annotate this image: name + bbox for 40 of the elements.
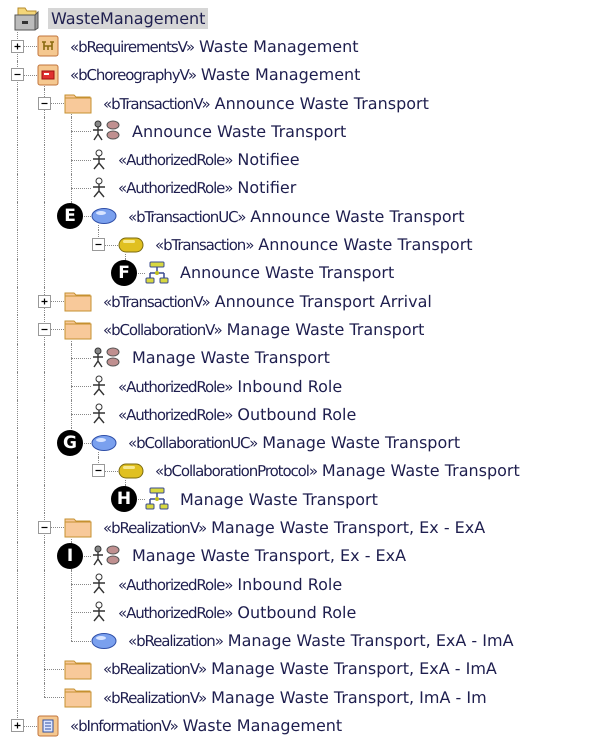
collapse-button[interactable]: [38, 96, 51, 110]
folder-icon: [64, 290, 92, 312]
collapse-button[interactable]: [38, 520, 51, 534]
expand-button[interactable]: [11, 719, 24, 732]
folder-icon: [64, 92, 92, 114]
actor-pair-icon: [91, 346, 121, 369]
folder-icon: [64, 658, 92, 680]
actor-icon: [91, 375, 107, 397]
callout-badge: G: [57, 430, 83, 456]
expand-button[interactable]: [11, 40, 24, 53]
callout-badge: H: [111, 486, 137, 512]
use-case-icon: [91, 434, 117, 452]
actor-icon: [91, 148, 107, 171]
actor-icon: [91, 176, 107, 199]
callout-badge: E: [57, 203, 83, 230]
use-case-icon: [91, 632, 117, 650]
collapse-button[interactable]: [92, 238, 105, 252]
choreography-package-icon: [37, 64, 59, 86]
transaction-icon: [118, 462, 144, 479]
callout-badge: I: [57, 542, 83, 569]
expand-button[interactable]: [38, 294, 51, 308]
collapse-button[interactable]: [11, 68, 24, 82]
folder-icon: [64, 686, 92, 708]
actor-icon: [91, 601, 107, 624]
actor-icon: [91, 573, 107, 596]
use-case-icon: [91, 207, 117, 226]
requirements-package-icon: [37, 35, 59, 58]
collapse-button[interactable]: [92, 464, 105, 478]
collapse-button[interactable]: [38, 322, 51, 336]
folder-icon: [64, 516, 92, 538]
transaction-icon: [118, 236, 144, 253]
tree-item[interactable]: WasteManagement: [48, 8, 208, 29]
activity-tree-icon: [145, 487, 169, 512]
callout-badge: F: [111, 260, 137, 286]
information-package-icon: [37, 714, 59, 737]
folder-icon: [64, 318, 92, 340]
actor-pair-icon: [91, 544, 121, 567]
actor-icon: [91, 403, 107, 426]
activity-tree-icon: [145, 260, 169, 285]
actor-pair-icon: [91, 120, 121, 142]
